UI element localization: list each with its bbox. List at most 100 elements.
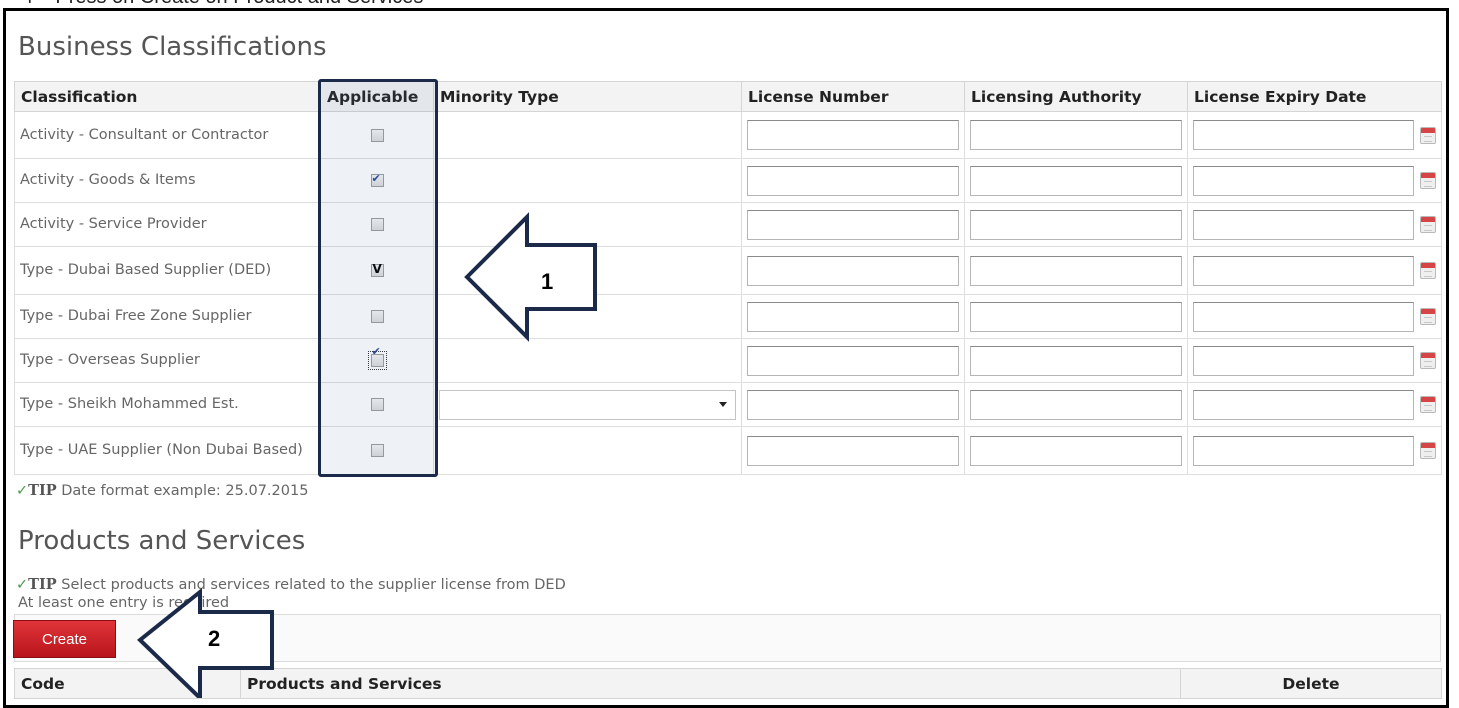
applicable-cell <box>320 294 434 339</box>
license-number-cell <box>741 338 965 383</box>
applicable-cell <box>320 382 434 427</box>
license-number-input[interactable] <box>747 389 959 420</box>
license-expiry-input[interactable] <box>1193 120 1414 150</box>
calendar-icon[interactable] <box>1420 216 1436 233</box>
column-header-code: Code <box>14 668 241 699</box>
license-expiry-input[interactable] <box>1193 301 1414 332</box>
licensing-authority-cell <box>964 111 1188 159</box>
calendar-icon[interactable] <box>1420 262 1436 279</box>
applicable-cell <box>320 158 434 203</box>
calendar-icon[interactable] <box>1420 308 1436 325</box>
license-expiry-cell <box>1187 202 1442 247</box>
checkbox-focus-ring <box>367 351 387 370</box>
license-number-input[interactable] <box>747 435 959 466</box>
checkmark-icon: ✓ <box>16 577 29 593</box>
table-row: Type - Dubai Free Zone Supplier <box>14 294 1442 339</box>
column-header-license-expiry-date: License Expiry Date <box>1187 81 1442 112</box>
classification-cell: Type - UAE Supplier (Non Dubai Based) <box>14 426 321 475</box>
calendar-icon[interactable] <box>1420 442 1436 459</box>
minority-type-cell <box>433 426 742 475</box>
licensing-authority-input[interactable] <box>970 255 1182 286</box>
calendar-icon[interactable] <box>1420 396 1436 413</box>
licensing-authority-cell <box>964 426 1188 475</box>
minority-type-cell <box>433 158 742 203</box>
table-row: Type - Dubai Based Supplier (DED) <box>14 246 1442 295</box>
minority-type-cell <box>433 111 742 159</box>
tip-text: Date format example: 25.07.2015 <box>61 483 309 499</box>
applicable-checkbox[interactable] <box>370 398 384 411</box>
license-number-input[interactable] <box>747 209 959 240</box>
minority-type-cell <box>433 338 742 383</box>
licensing-authority-input[interactable] <box>970 301 1182 332</box>
license-number-input[interactable] <box>747 301 959 332</box>
column-header-delete: Delete <box>1180 668 1442 699</box>
applicable-checkbox[interactable] <box>370 128 384 142</box>
licensing-authority-input[interactable] <box>970 345 1182 376</box>
license-expiry-cell <box>1187 382 1442 427</box>
calendar-icon[interactable] <box>1420 172 1436 189</box>
licensing-authority-cell <box>964 294 1188 339</box>
license-expiry-input[interactable] <box>1193 165 1414 196</box>
column-header-products-and-services: Products and Services <box>240 668 1181 699</box>
license-number-input[interactable] <box>747 165 959 196</box>
classification-cell: Type - Overseas Supplier <box>14 338 321 383</box>
license-expiry-cell <box>1187 338 1442 383</box>
licensing-authority-cell <box>964 202 1188 247</box>
business-classifications-table: Classification Applicable Minority Type … <box>14 81 1442 475</box>
license-expiry-input[interactable] <box>1193 389 1414 420</box>
chevron-down-icon <box>719 401 727 407</box>
create-button[interactable]: Create <box>13 620 116 658</box>
products-services-table: Code Products and Services Delete <box>14 668 1442 699</box>
license-expiry-input[interactable] <box>1193 209 1414 240</box>
license-number-cell <box>741 246 965 295</box>
license-expiry-input[interactable] <box>1193 345 1414 376</box>
license-number-input[interactable] <box>747 255 959 286</box>
license-number-cell <box>741 158 965 203</box>
licensing-authority-input[interactable] <box>970 165 1182 196</box>
applicable-checkbox[interactable] <box>370 310 384 323</box>
license-expiry-cell <box>1187 158 1442 203</box>
license-number-cell <box>741 202 965 247</box>
license-expiry-input[interactable] <box>1193 255 1414 286</box>
license-number-cell <box>741 426 965 475</box>
license-number-cell <box>741 294 965 339</box>
license-expiry-cell <box>1187 294 1442 339</box>
tip-label: TIP <box>28 576 57 593</box>
classification-cell: Type - Sheikh Mohammed Est. <box>14 382 321 427</box>
column-header-license-number: License Number <box>741 81 965 112</box>
applicable-checkbox[interactable] <box>370 354 384 367</box>
license-number-input[interactable] <box>747 120 959 150</box>
license-expiry-cell <box>1187 111 1442 159</box>
applicable-checkbox[interactable] <box>370 262 384 277</box>
license-number-input[interactable] <box>747 345 959 376</box>
table-row: Type - Overseas Supplier <box>14 338 1442 383</box>
applicable-checkbox[interactable] <box>370 218 384 231</box>
table-row: Type - Sheikh Mohammed Est. <box>14 382 1442 427</box>
table-row: Activity - Consultant or Contractor <box>14 111 1442 159</box>
business-classifications-title: Business Classifications <box>18 32 327 62</box>
products-tip: ✓TIP Select products and services relate… <box>16 576 566 593</box>
column-header-applicable: Applicable <box>320 81 434 112</box>
table-header-row: Code Products and Services Delete <box>14 668 1442 699</box>
table-header-row: Classification Applicable Minority Type … <box>14 81 1442 112</box>
license-expiry-input[interactable] <box>1193 435 1414 466</box>
licensing-authority-input[interactable] <box>970 120 1182 150</box>
applicable-checkbox[interactable] <box>370 172 384 187</box>
licensing-authority-input[interactable] <box>970 209 1182 240</box>
minority-type-cell <box>433 246 742 295</box>
minority-type-cell <box>433 294 742 339</box>
applicable-cell <box>320 426 434 475</box>
create-toolbar <box>14 614 1441 662</box>
applicable-checkbox[interactable] <box>370 444 384 457</box>
licensing-authority-input[interactable] <box>970 435 1182 466</box>
column-header-licensing-authority: Licensing Authority <box>964 81 1188 112</box>
minority-type-cell <box>433 202 742 247</box>
applicable-cell <box>320 246 434 295</box>
calendar-icon[interactable] <box>1420 352 1436 369</box>
licensing-authority-input[interactable] <box>970 389 1182 420</box>
tip-label: TIP <box>28 482 57 499</box>
classification-cell: Type - Dubai Based Supplier (DED) <box>14 246 321 295</box>
minority-type-select[interactable] <box>439 389 736 420</box>
calendar-icon[interactable] <box>1420 126 1436 144</box>
minority-type-cell <box>433 382 742 427</box>
